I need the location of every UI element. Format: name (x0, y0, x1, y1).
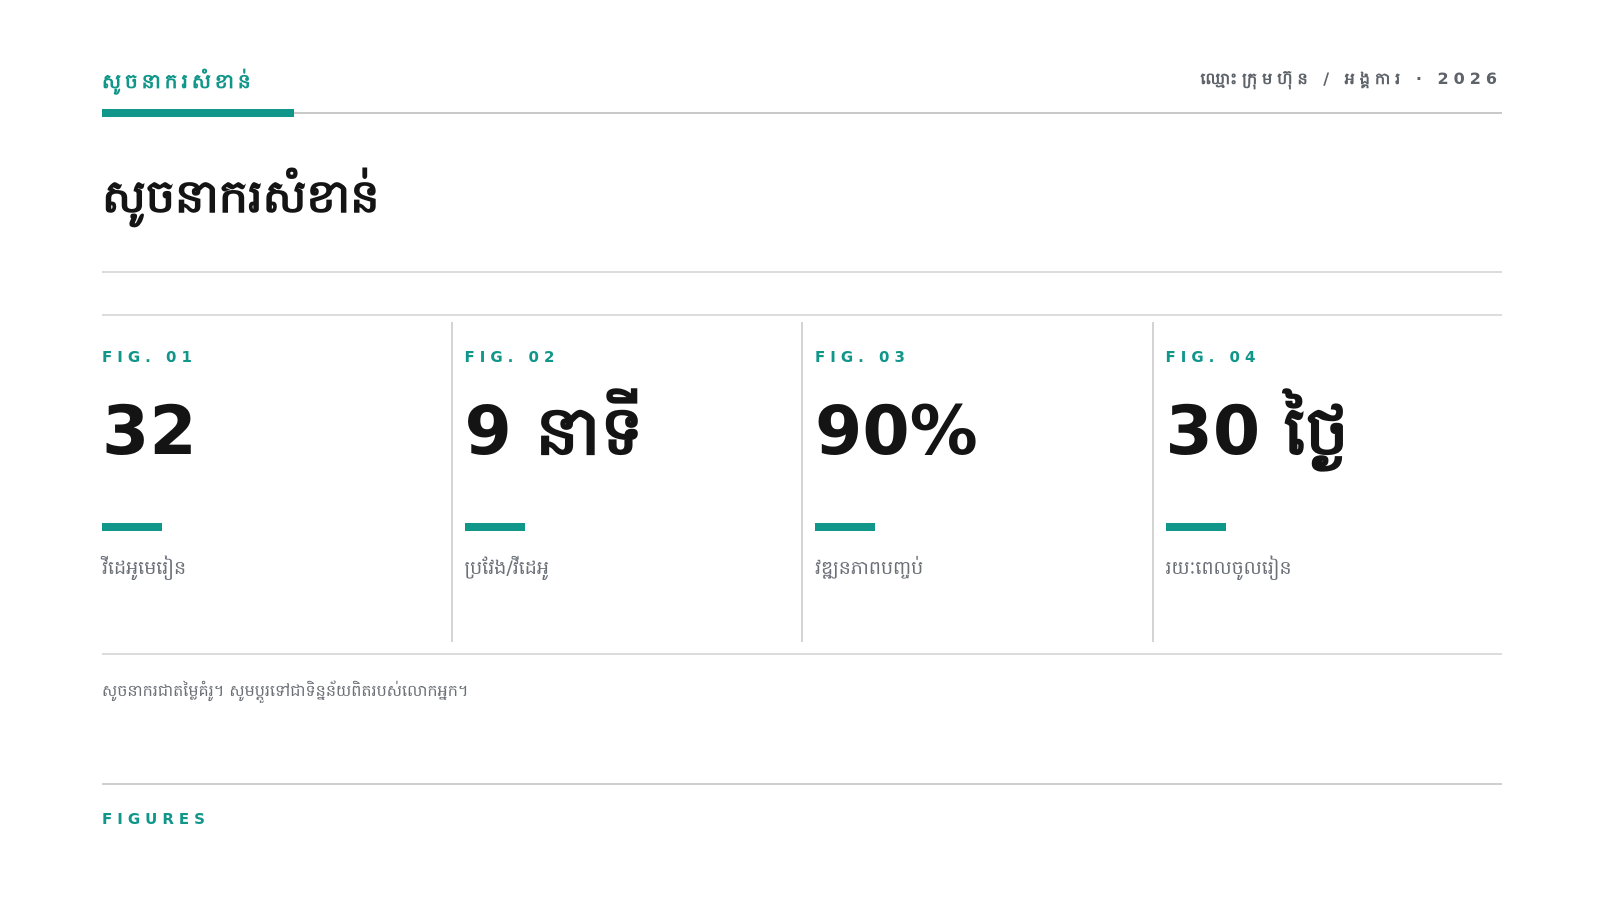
stat-card-3: FIG. 03 90% វឌ្ឍនភាពបញ្ចប់ (801, 322, 1152, 642)
stats-row: FIG. 01 32 វីដេអូមេរៀន FIG. 02 9 នាទី ប្… (102, 322, 1502, 642)
slide: សូចនាករសំខាន់ ឈ្មោះក្រុមហ៊ុន / អង្គការ ·… (102, 0, 1502, 900)
header-rule (102, 112, 1502, 114)
stat-value: 9 នាទី (464, 392, 644, 471)
organization-year-label: ឈ្មោះក្រុមហ៊ុន / អង្គការ · 2026 (1200, 69, 1502, 88)
figure-label: FIG. 02 (464, 348, 560, 366)
stat-caption: វឌ្ឍនភាពបញ្ចប់ (815, 557, 924, 579)
kicker-label: សូចនាករសំខាន់ (102, 69, 255, 93)
stat-value: 90% (815, 392, 978, 471)
stat-card-4: FIG. 04 30 ថ្ងៃ រយៈពេលចូលរៀន (1151, 322, 1503, 642)
figure-label: FIG. 04 (1165, 348, 1261, 366)
stat-value: 32 (102, 392, 197, 471)
stat-caption: ប្រវែង/វីដេអូ (464, 557, 549, 579)
stat-card-2: FIG. 02 9 នាទី ប្រវែង/វីដេអូ (450, 322, 802, 642)
stat-accent-bar (102, 523, 162, 531)
top-bar: សូចនាករសំខាន់ ឈ្មោះក្រុមហ៊ុន / អង្គការ ·… (102, 64, 1502, 117)
stat-value: 30 ថ្ងៃ (1165, 392, 1349, 471)
figure-label: FIG. 03 (815, 348, 910, 366)
stat-accent-bar (815, 523, 875, 531)
footer-label: FIGURES (102, 810, 210, 828)
page-title: សូចនាករសំខាន់ (102, 169, 380, 223)
sample-data-note: សូចនាករជាតម្លៃគំរូ។ សូមប្តូរទៅជាទិន្នន័យ… (102, 681, 469, 700)
divider-stats-top (102, 314, 1502, 316)
divider-title (102, 271, 1502, 273)
stat-caption: វីដេអូមេរៀន (102, 557, 187, 579)
stat-accent-bar (464, 523, 525, 531)
figure-label: FIG. 01 (102, 348, 197, 366)
divider-footer (102, 783, 1502, 785)
stat-card-1: FIG. 01 32 វីដេអូមេរៀន (102, 322, 451, 642)
stat-accent-bar (1165, 523, 1226, 531)
divider-stats-bottom (102, 653, 1502, 655)
stat-caption: រយៈពេលចូលរៀន (1165, 557, 1292, 579)
header-accent-bar (102, 109, 294, 117)
